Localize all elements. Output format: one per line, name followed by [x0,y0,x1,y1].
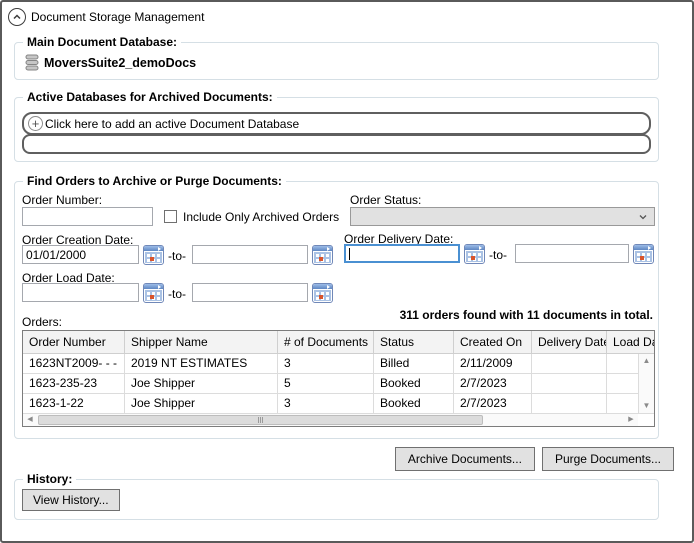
scroll-up-icon[interactable]: ▲ [639,354,654,368]
add-document-database-label: Click here to add an active Document Dat… [45,116,300,131]
table-cell: 1623-235-23 [23,374,125,393]
load-date-to-calendar-button[interactable] [312,283,333,303]
table-cell [532,354,607,373]
load-date-from-input[interactable] [22,283,139,302]
load-date-to-input[interactable] [192,283,308,302]
order-number-label: Order Number: [22,193,103,207]
purge-documents-button[interactable]: Purge Documents... [541,447,674,471]
table-cell: Billed [374,354,454,373]
table-row[interactable]: 1623NT2009- - -2019 NT ESTIMATES 3 Billed 2… [23,354,654,374]
main-database-group-label: Main Document Database: [23,35,182,49]
order-number-input[interactable] [22,207,153,226]
main-database-name: MoversSuite2_demoDocs [44,55,197,70]
action-buttons-row: Archive Documents... Purge Documents... [14,447,674,471]
table-cell [532,374,607,393]
column-header[interactable]: Delivery Date [532,331,607,353]
load-date-to-separator: -to- [168,287,186,301]
chevron-down-icon [638,213,648,221]
collapse-expander-button[interactable] [8,8,26,26]
table-row[interactable]: 1623-235-23 Joe Shipper 5 Booked 2/7/2023 [23,374,654,394]
table-cell: Joe Shipper [125,374,278,393]
archive-documents-button[interactable]: Archive Documents... [394,447,535,471]
table-cell: Joe Shipper [125,394,278,413]
history-group-label: History: [23,472,77,486]
table-cell: 1623NT2009- - - [23,354,125,373]
horizontal-scrollbar[interactable]: ◀ ▶ [23,413,638,426]
delivery-date-from-calendar-button[interactable] [464,244,485,264]
table-cell: 2/11/2009 [454,354,532,373]
column-header[interactable]: Load Date [607,331,654,353]
delivery-date-to-separator: -to- [489,248,507,262]
creation-date-to-calendar-button[interactable] [312,245,333,265]
active-databases-group-label: Active Databases for Archived Documents: [23,90,277,104]
column-header[interactable]: Created On [454,331,532,353]
delivery-date-to-input[interactable] [515,244,629,263]
results-summary: 311 orders found with 11 documents in to… [399,308,653,322]
find-orders-group: Find Orders to Archive or Purge Document… [14,174,659,439]
delivery-date-from-input[interactable] [344,244,460,263]
vertical-scrollbar[interactable]: ▲ ▼ [638,354,654,413]
active-databases-group: Active Databases for Archived Documents:… [14,90,659,162]
orders-table: Order Number Shipper Name # of Documents St… [22,330,655,427]
column-header[interactable]: Shipper Name [125,331,278,353]
table-cell: 5 [278,374,374,393]
text-caret [349,248,350,260]
database-icon [25,54,39,71]
order-status-label: Order Status: [350,193,422,207]
table-cell: Booked [374,394,454,413]
orders-table-body: 1623NT2009- - -2019 NT ESTIMATES 3 Billed 2… [23,354,654,414]
table-cell: 3 [278,394,374,413]
orders-label: Orders: [22,315,63,329]
find-orders-group-label: Find Orders to Archive or Purge Document… [23,174,286,188]
include-archived-checkbox[interactable] [164,210,177,223]
creation-date-from-calendar-button[interactable] [143,245,164,265]
table-cell: 2019 NT ESTIMATES [125,354,278,373]
order-status-dropdown[interactable] [350,207,655,226]
horizontal-scrollbar-thumb[interactable] [38,415,483,425]
table-row[interactable]: 1623-1-22 Joe Shipper 3 Booked 2/7/2023 [23,394,654,414]
delivery-date-to-calendar-button[interactable] [633,244,654,264]
table-cell: 1623-1-22 [23,394,125,413]
history-group: History: View History... [14,472,659,520]
view-history-button[interactable]: View History... [22,489,120,511]
table-cell [532,394,607,413]
document-storage-management-panel: Document Storage Management Main Documen… [0,0,694,543]
table-cell: Booked [374,374,454,393]
active-databases-list[interactable] [22,134,651,154]
scroll-down-icon[interactable]: ▼ [639,399,654,413]
table-cell: 3 [278,354,374,373]
creation-date-to-separator: -to- [168,249,186,263]
orders-table-header: Order Number Shipper Name # of Documents St… [23,331,654,354]
scroll-right-icon[interactable]: ▶ [624,414,638,426]
chevron-up-icon [11,11,23,23]
creation-date-to-input[interactable] [192,245,308,264]
table-cell: 2/7/2023 [454,394,532,413]
column-header[interactable]: Status [374,331,454,353]
column-header[interactable]: # of Documents [278,331,374,353]
main-database-group: Main Document Database: MoversSuite2_dem… [14,35,659,80]
include-archived-label: Include Only Archived Orders [183,210,340,224]
scroll-left-icon[interactable]: ◀ [23,414,37,426]
load-date-from-calendar-button[interactable] [143,283,164,303]
creation-date-from-input[interactable] [22,245,139,264]
column-header[interactable]: Order Number [23,331,125,353]
panel-title: Document Storage Management [31,10,205,24]
table-cell: 2/7/2023 [454,374,532,393]
add-document-database-button[interactable]: + Click here to add an active Document D… [22,112,651,135]
plus-icon: + [28,116,43,131]
main-database-item[interactable]: MoversSuite2_demoDocs [25,54,196,71]
